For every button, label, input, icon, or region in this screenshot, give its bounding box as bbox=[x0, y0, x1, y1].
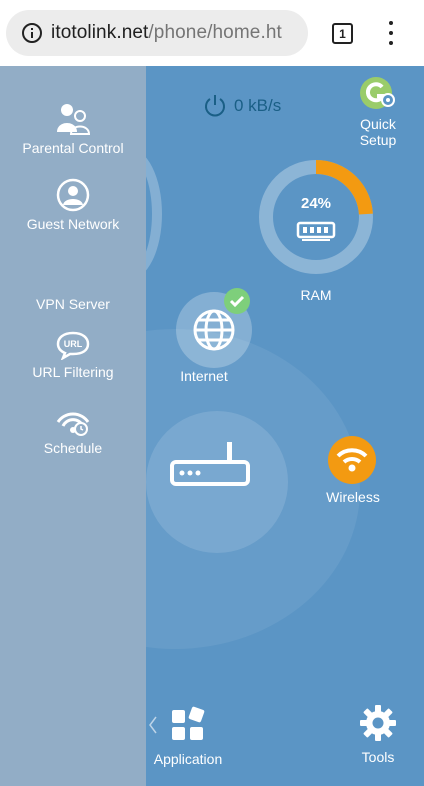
router-icon[interactable] bbox=[170, 440, 250, 488]
wifi-icon bbox=[336, 448, 368, 472]
url-path: /phone/home.ht bbox=[148, 22, 282, 43]
sidebar-item-url-filtering[interactable]: URL URL Filtering bbox=[0, 330, 146, 380]
schedule-icon bbox=[56, 412, 90, 436]
address-bar[interactable]: itotolink.net/phone/home.ht bbox=[6, 10, 308, 56]
url-host: itotolink.net bbox=[51, 22, 149, 43]
sidebar-item-label: Schedule bbox=[43, 440, 103, 456]
globe-icon bbox=[193, 309, 235, 351]
gear-icon bbox=[360, 705, 396, 741]
quick-setup-button[interactable]: Quick Setup bbox=[350, 76, 406, 149]
ram-percent: 24% bbox=[300, 195, 332, 212]
tab-switcher-button[interactable]: 1 bbox=[332, 23, 353, 44]
parental-control-icon bbox=[57, 104, 90, 135]
url-filtering-icon: URL bbox=[56, 331, 90, 360]
browser-toolbar: itotolink.net/phone/home.ht 1 bbox=[0, 0, 424, 66]
sidebar-item-schedule[interactable]: Schedule bbox=[0, 408, 146, 456]
application-button[interactable]: Application bbox=[148, 706, 228, 767]
sidebar-item-label: URL Filtering bbox=[32, 364, 114, 380]
sidebar-item-parental-control[interactable]: Parental Control bbox=[0, 102, 146, 156]
info-icon[interactable] bbox=[22, 23, 42, 43]
quick-setup-label-2: Setup bbox=[359, 132, 397, 148]
router-dashboard: 0 kB/s Quick Setup 24% RAM Internet Wire… bbox=[0, 66, 424, 786]
speed-value: 0 kB/s bbox=[234, 96, 282, 115]
speed-indicator: 0 kB/s bbox=[202, 93, 281, 119]
side-menu: Parental Control Guest Network VPN Serve… bbox=[0, 66, 146, 786]
more-options-icon[interactable] bbox=[384, 20, 398, 46]
svg-text:URL: URL bbox=[64, 339, 83, 349]
ram-chip-icon bbox=[296, 221, 336, 241]
sidebar-item-vpn-server[interactable]: VPN Server bbox=[0, 292, 146, 312]
tools-button[interactable]: Tools bbox=[352, 704, 404, 765]
ram-label: RAM bbox=[300, 287, 332, 303]
guest-network-icon bbox=[56, 178, 90, 212]
sidebar-item-guest-network[interactable]: Guest Network bbox=[0, 178, 146, 232]
power-icon bbox=[205, 95, 225, 117]
sidebar-item-label: VPN Server bbox=[36, 296, 110, 312]
wireless-label: Wireless bbox=[326, 489, 380, 505]
url-text: itotolink.net/phone/home.ht bbox=[51, 22, 282, 44]
ram-gauge[interactable]: 24% bbox=[258, 159, 374, 275]
check-icon bbox=[224, 288, 250, 314]
quick-setup-icon bbox=[360, 77, 395, 109]
internet-label: Internet bbox=[180, 368, 228, 384]
application-label: Application bbox=[153, 751, 223, 767]
tools-label: Tools bbox=[361, 749, 395, 765]
sidebar-item-label: Guest Network bbox=[26, 216, 120, 232]
application-icon bbox=[172, 706, 205, 740]
wireless-button[interactable] bbox=[328, 436, 376, 484]
ram-ring bbox=[259, 160, 373, 274]
sidebar-item-label: Parental Control bbox=[22, 140, 124, 156]
quick-setup-label-1: Quick bbox=[360, 116, 396, 132]
